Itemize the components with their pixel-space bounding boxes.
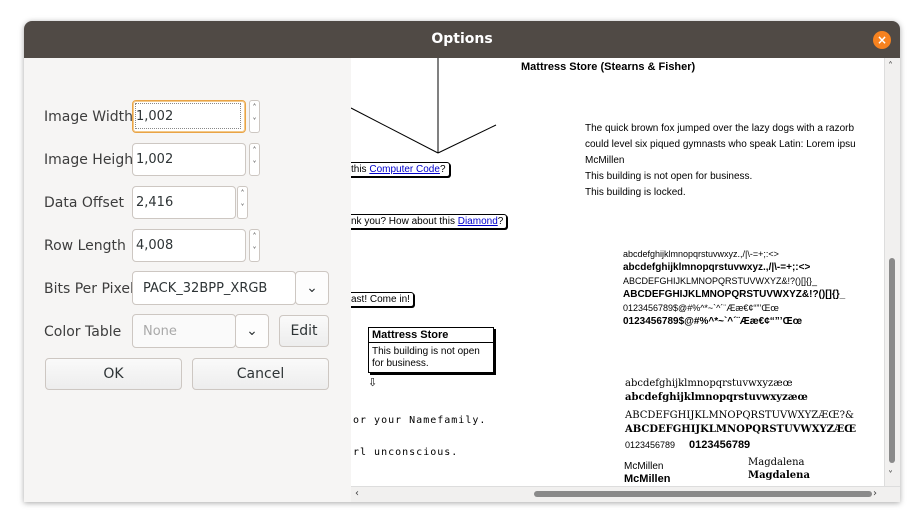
name-sample: McMillen: [624, 473, 671, 485]
popup-title: Mattress Store: [369, 328, 493, 343]
come-in-bubble: ast! Come in!: [351, 292, 414, 307]
horizontal-scrollbar[interactable]: ‹ ›: [351, 486, 900, 502]
scroll-down-icon[interactable]: ˅: [888, 470, 893, 481]
serif-sample-line: ABCDEFGHIJKLMNOPQRSTUVWXYZÆŒ?&: [625, 410, 854, 421]
options-form: Image Width 1,002 ˄ ˅ Image Height 1,002 …: [24, 58, 351, 502]
vertical-scroll-thumb[interactable]: [889, 258, 895, 463]
data-offset-input[interactable]: 2,416: [132, 186, 236, 219]
bubble-end: ?: [497, 216, 504, 227]
name-sample: Magdalena: [748, 470, 810, 481]
serif-sample-line: 0123456789: [689, 439, 751, 451]
row-length-input[interactable]: 4,008: [132, 229, 246, 262]
image-preview-pane: Mattress Store (Stearns & Fisher) this C…: [351, 58, 900, 502]
font-sample-line: 0123456789$@#%^*~`^´¨Ææ€¢“”’Œœ: [623, 303, 779, 313]
font-sample-line: abcdefghijklmnopqrstuvwxyz.,/|\-=+;:<>: [623, 249, 779, 259]
bits-per-pixel-label: Bits Per Pixel: [44, 281, 134, 297]
image-width-input[interactable]: 1,002: [132, 100, 246, 133]
preview-lines: [351, 58, 497, 154]
edit-button[interactable]: Edit: [279, 315, 329, 347]
spin-up-icon[interactable]: ˄: [250, 101, 259, 115]
options-dialog: Options × Image Width 1,002 ˄ ˅ Image Hei…: [24, 21, 900, 502]
diamond-bubble: nk you? How about this Diamond?: [351, 214, 508, 229]
serif-sample-line: ABCDEFGHIJKLMNOPQRSTUVWXYZÆŒ: [625, 424, 857, 435]
spin-down-icon[interactable]: ˅: [238, 201, 247, 215]
data-offset-spinner[interactable]: ˄ ˅: [237, 186, 248, 219]
color-table-select[interactable]: None: [132, 314, 236, 348]
preview-heading: Mattress Store (Stearns & Fisher): [521, 61, 696, 73]
popup-pointer-icon: ⇩: [368, 377, 378, 389]
image-height-input[interactable]: 1,002: [132, 143, 246, 176]
spin-down-icon[interactable]: ˅: [250, 158, 259, 172]
image-height-value: 1,002: [136, 152, 174, 167]
font-sample-line: 0123456789$@#%^*~`^´¨Ææ€¢“”’Œœ: [623, 316, 803, 327]
color-table-label: Color Table: [44, 324, 122, 340]
preview-canvas: Mattress Store (Stearns & Fisher) this C…: [351, 58, 885, 487]
title-bar: Options ×: [24, 21, 900, 58]
font-sample-line: abcdefghijklmnopqrstuvwxyz.,/|\-=+;:<>: [623, 262, 811, 273]
diamond-link: Diamond: [457, 216, 498, 227]
spin-down-icon[interactable]: ˅: [250, 115, 259, 129]
popup-body: This building is not open for business.: [372, 346, 480, 369]
font-sample-line: ABCDEFGHIJKLMNOPQRSTUVWXYZ&!?()[]{}_: [623, 276, 818, 286]
serif-sample-line: 0123456789: [625, 440, 676, 450]
image-width-spinner[interactable]: ˄ ˅: [249, 100, 260, 133]
image-height-label: Image Height: [44, 152, 139, 168]
font-sample-line: ABCDEFGHIJKLMNOPQRSTUVWXYZ&!?()[]{}_: [623, 289, 846, 300]
row-length-value: 4,008: [136, 238, 174, 253]
spin-up-icon[interactable]: ˄: [250, 144, 259, 158]
bits-per-pixel-select[interactable]: PACK_32BPP_XRGB: [132, 271, 296, 305]
scroll-up-icon[interactable]: ˄: [888, 61, 893, 72]
focus-ring: [135, 103, 241, 129]
chevron-down-icon[interactable]: ⌄: [235, 314, 269, 348]
vertical-scrollbar[interactable]: ˄ ˅: [884, 58, 900, 487]
para-line: The quick brown fox jumped over the lazy…: [585, 123, 855, 134]
bits-per-pixel-value: PACK_32BPP_XRGB: [143, 281, 268, 296]
computer-code-bubble: this Computer Code?: [351, 162, 450, 177]
scroll-left-icon[interactable]: ‹: [355, 488, 359, 499]
serif-sample-line: abcdefghijklmnopqrstuvwxyzæœ: [625, 378, 793, 389]
serif-sample-line: abcdefghijklmnopqrstuvwxyzæœ: [625, 392, 808, 403]
color-table-value: None: [143, 324, 177, 339]
mono-text-line: rl unconscious.: [353, 447, 459, 458]
computer-code-link: Computer Code: [369, 164, 440, 175]
para-line: could level six piqued gymnasts who spea…: [585, 139, 856, 150]
cancel-button[interactable]: Cancel: [192, 358, 329, 390]
para-line: This building is not open for business.: [585, 171, 753, 182]
mono-text-line: or your Namefamily.: [353, 415, 487, 426]
bubble-text: ast! Come in!: [351, 294, 410, 305]
scroll-right-icon[interactable]: ›: [873, 488, 877, 499]
data-offset-value: 2,416: [136, 195, 174, 210]
name-sample: McMillen: [624, 461, 664, 472]
bubble-text: nk you? How about this: [351, 216, 455, 227]
data-offset-label: Data Offset: [44, 195, 124, 211]
store-popup: Mattress Store This building is not open…: [368, 327, 494, 373]
row-length-label: Row Length: [44, 238, 126, 254]
spin-up-icon[interactable]: ˄: [238, 187, 247, 201]
horizontal-scroll-thumb[interactable]: [534, 491, 872, 497]
name-sample: Magdalena: [748, 457, 805, 468]
row-length-spinner[interactable]: ˄ ˅: [249, 229, 260, 262]
ok-button[interactable]: OK: [45, 358, 182, 390]
para-line: McMillen: [585, 155, 625, 166]
dialog-title: Options: [431, 31, 493, 47]
chevron-down-icon[interactable]: ⌄: [295, 271, 329, 305]
bubble-end: ?: [439, 164, 446, 175]
para-line: This building is locked.: [585, 187, 686, 198]
image-width-label: Image Width: [44, 109, 133, 125]
spin-up-icon[interactable]: ˄: [250, 230, 259, 244]
image-height-spinner[interactable]: ˄ ˅: [249, 143, 260, 176]
spin-down-icon[interactable]: ˅: [250, 244, 259, 258]
bubble-text: this: [351, 164, 367, 175]
close-icon[interactable]: ×: [873, 31, 891, 49]
